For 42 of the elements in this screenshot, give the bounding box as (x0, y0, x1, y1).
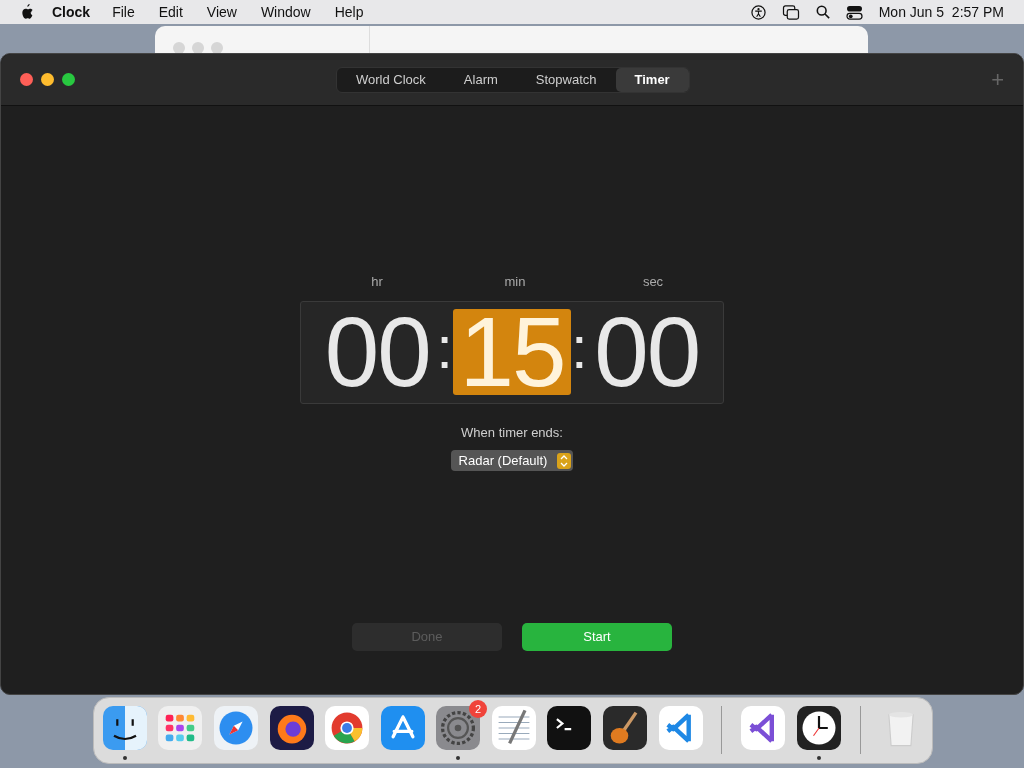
tab[interactable]: World Clock (337, 67, 445, 92)
accessibility-icon[interactable] (750, 4, 766, 20)
app-grid-icon[interactable] (158, 706, 203, 750)
close-button[interactable] (20, 73, 33, 86)
notepad-pen-icon[interactable] (491, 706, 536, 750)
menu-item[interactable]: Window (260, 1, 311, 23)
unit-label: sec (641, 273, 665, 291)
guitar-icon[interactable] (603, 706, 647, 750)
menu-item[interactable]: Help (334, 1, 364, 23)
code-editor-icon[interactable] (658, 706, 703, 750)
zoom-button[interactable] (62, 73, 75, 86)
tab[interactable]: Alarm (444, 67, 517, 92)
compass-icon[interactable] (213, 706, 258, 750)
app-menu[interactable]: Clock (52, 1, 91, 23)
tab[interactable]: Stopwatch (516, 67, 616, 92)
clock-icon[interactable] (796, 706, 841, 750)
menu-item[interactable]: File (112, 1, 135, 23)
menu-bar-clock[interactable]: Mon Jun 5 2:57 PM (878, 1, 1004, 23)
tab[interactable]: Timer (615, 67, 689, 92)
toggles-icon[interactable] (845, 4, 863, 20)
unit-label: min (503, 273, 527, 291)
time-separator: : (571, 318, 588, 383)
notification-badge: 2 (469, 700, 488, 718)
sound-dropdown[interactable]: Radar (Default) (450, 450, 574, 471)
time-separator: : (436, 318, 453, 383)
sound-label: When timer ends: (461, 423, 563, 442)
windows-icon[interactable] (781, 4, 800, 20)
terminal-icon[interactable] (547, 706, 592, 750)
chevrons-icon (557, 452, 572, 469)
time-field[interactable]: 00 (318, 309, 437, 395)
unit-label: hr (370, 273, 384, 291)
fox-globe-icon[interactable] (269, 706, 314, 750)
time-field[interactable]: 00 (587, 309, 706, 395)
minimize-button[interactable] (41, 73, 54, 86)
gear-icon[interactable] (436, 706, 481, 750)
app-store-icon[interactable] (380, 706, 425, 750)
smiling-face-icon[interactable] (102, 706, 147, 750)
infinity-ribbon-icon[interactable] (741, 706, 786, 750)
menu-item[interactable]: Edit (158, 1, 183, 23)
search-icon[interactable] (815, 5, 830, 19)
apple-logo-icon[interactable] (20, 4, 34, 20)
menu-item[interactable]: View (206, 1, 237, 23)
